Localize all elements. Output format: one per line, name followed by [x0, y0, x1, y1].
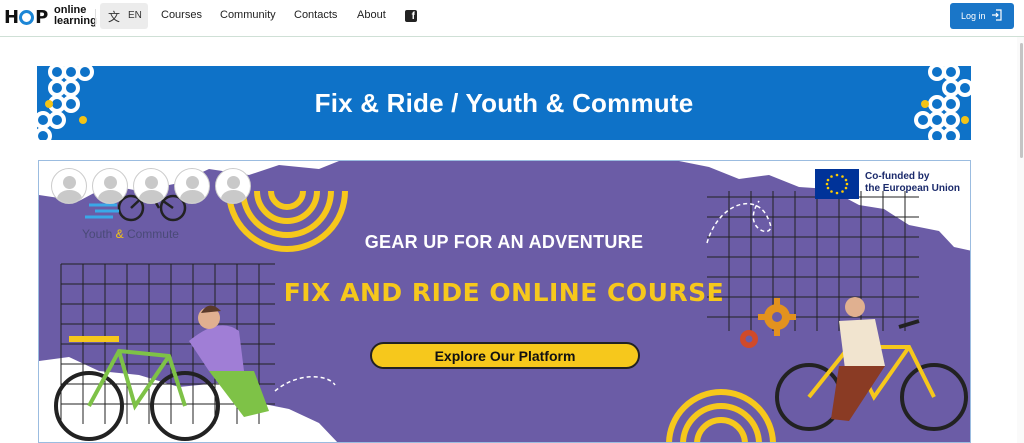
avatar-placeholder [92, 168, 128, 204]
hop-online-learning-logo[interactable]: HP online learning [4, 5, 97, 31]
hero-course-title: FIX AND RIDE ONLINE COURSE [283, 278, 725, 307]
nav-contacts-link[interactable]: Contacts [294, 9, 337, 21]
chain-decoration-right [914, 66, 971, 140]
eu-flag-icon [815, 169, 859, 199]
gear-red [740, 330, 758, 348]
language-selector[interactable]: 文 EN [100, 3, 148, 29]
speed-lines [85, 203, 119, 219]
facebook-icon[interactable]: f [405, 10, 417, 22]
translate-icon: 文 [108, 10, 121, 24]
torn-paper-bottom-left [39, 357, 338, 442]
avatar-placeholder [133, 168, 169, 204]
banner-title: Fix & Ride / Youth & Commute [314, 88, 694, 118]
avatar-placeholder [215, 168, 251, 204]
logo-wordmark: online learning [54, 5, 97, 27]
logo-line-2: learning [54, 15, 97, 27]
nav-courses-link[interactable]: Courses [161, 9, 202, 21]
explore-platform-button[interactable]: Explore Our Platform [370, 342, 640, 369]
grid-pattern-right [707, 191, 919, 331]
yellow-arcs-bottom [666, 389, 776, 442]
login-button[interactable]: Log in [950, 3, 1014, 29]
nav-about-link[interactable]: About [357, 9, 386, 21]
eu-line-1: Co-funded by [865, 171, 930, 182]
explore-platform-label: Explore Our Platform [434, 348, 576, 364]
nav-community-link[interactable]: Community [220, 9, 276, 21]
course-hero-image[interactable]: Youth & Commute Co-funded by the Europea… [38, 160, 971, 443]
hero-tagline: GEAR UP FOR AN ADVENTURE [364, 232, 644, 252]
login-arrow-icon [992, 9, 1002, 21]
course-title-banner: Fix & Ride / Youth & Commute [37, 66, 971, 140]
avatar-placeholder [174, 168, 210, 204]
scrollbar-thumb[interactable] [1020, 43, 1023, 158]
language-label: EN [128, 10, 142, 21]
eu-cofunding-text: Co-funded by the European Union [865, 171, 960, 195]
login-button-label: Log in [961, 11, 986, 21]
nav-divider [95, 9, 96, 27]
logo-mark: HP [4, 7, 48, 28]
avatar-placeholder [51, 168, 87, 204]
top-navigation-bar: HP online learning 文 EN Courses Communit… [0, 0, 1024, 37]
dashed-path-bottom [274, 376, 336, 392]
project-logo-label: Youth & Commute [82, 227, 179, 241]
eu-line-2: the European Union [865, 183, 960, 194]
